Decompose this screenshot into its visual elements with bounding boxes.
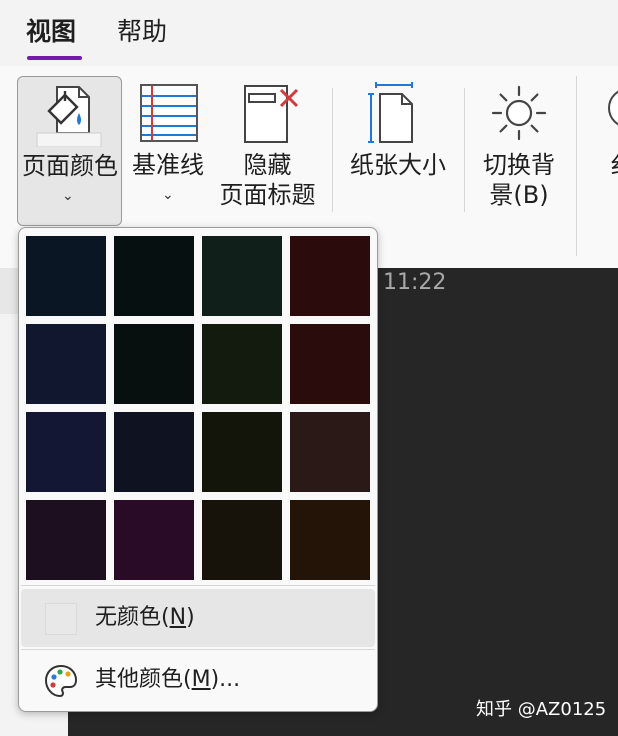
color-swatch[interactable] [202, 324, 282, 404]
page-color-dropdown: 无颜色(N) 其他颜色(M)... [18, 227, 378, 712]
color-swatch[interactable] [114, 500, 194, 580]
paper-size-label: 纸张大小 [350, 151, 446, 179]
partial-icon [608, 90, 618, 126]
no-color-label: 无颜色(N) [95, 605, 195, 630]
color-swatch[interactable] [290, 236, 370, 316]
tab-view[interactable]: 视图 [26, 14, 76, 50]
ribbon-separator [332, 88, 333, 212]
color-swatch[interactable] [202, 412, 282, 492]
ribbon-separator [464, 88, 465, 212]
palette-icon [44, 664, 78, 698]
more-colors-label: 其他颜色(M)... [95, 667, 241, 692]
color-swatch[interactable] [26, 412, 106, 492]
sun-icon [491, 85, 547, 141]
paper-size-button[interactable]: 纸张大小 [346, 76, 450, 226]
color-swatch[interactable] [26, 324, 106, 404]
color-swatch-grid [26, 236, 372, 582]
active-tab-indicator [27, 56, 82, 60]
paper-size-icon [368, 82, 413, 143]
rule-lines-label: 基准线 [132, 151, 204, 179]
no-color-preview [45, 603, 77, 635]
tab-bar: 视图 帮助 [0, 0, 618, 66]
switch-background-label-1: 切换背 [483, 151, 555, 179]
rule-lines-chevron-icon: ⌄ [162, 187, 174, 203]
page-time: 11:22 [383, 270, 447, 295]
partial-label: 纟 [610, 150, 618, 180]
no-color-item[interactable]: 无颜色(N) [21, 589, 375, 647]
color-swatch[interactable] [290, 500, 370, 580]
hide-page-title-label-2: 页面标题 [219, 181, 316, 209]
color-swatch[interactable] [26, 236, 106, 316]
rule-lines-button[interactable]: 基准线 ⌄ [128, 76, 208, 226]
color-swatch[interactable] [202, 236, 282, 316]
hide-page-title-button[interactable]: 隐藏 页面标题 [215, 76, 320, 226]
partial-ribbon-button[interactable]: 纟 [600, 76, 618, 226]
dropdown-separator [21, 585, 375, 586]
dropdown-separator [21, 649, 375, 650]
color-swatch[interactable] [114, 324, 194, 404]
page-color-button[interactable]: 页面颜色 ⌄ [17, 76, 122, 226]
color-swatch[interactable] [290, 324, 370, 404]
page-color-chevron-icon: ⌄ [62, 188, 74, 204]
color-swatch[interactable] [202, 500, 282, 580]
page-color-icon [36, 86, 102, 147]
hide-page-title-label-1: 隐藏 [243, 151, 292, 179]
tab-help[interactable]: 帮助 [117, 14, 167, 50]
ribbon-separator [576, 76, 577, 256]
switch-background-label-2: 景(B) [489, 181, 549, 209]
rule-lines-icon [140, 84, 198, 142]
color-swatch[interactable] [114, 236, 194, 316]
color-swatch[interactable] [114, 412, 194, 492]
color-swatch[interactable] [290, 412, 370, 492]
watermark: 知乎 @AZ0125 [476, 699, 607, 720]
switch-background-button[interactable]: 切换背 景(B) [474, 76, 564, 226]
color-swatch[interactable] [26, 500, 106, 580]
hide-page-title-icon [244, 85, 299, 143]
page-color-label: 页面颜色 [22, 152, 118, 180]
more-colors-item[interactable]: 其他颜色(M)... [21, 653, 375, 709]
